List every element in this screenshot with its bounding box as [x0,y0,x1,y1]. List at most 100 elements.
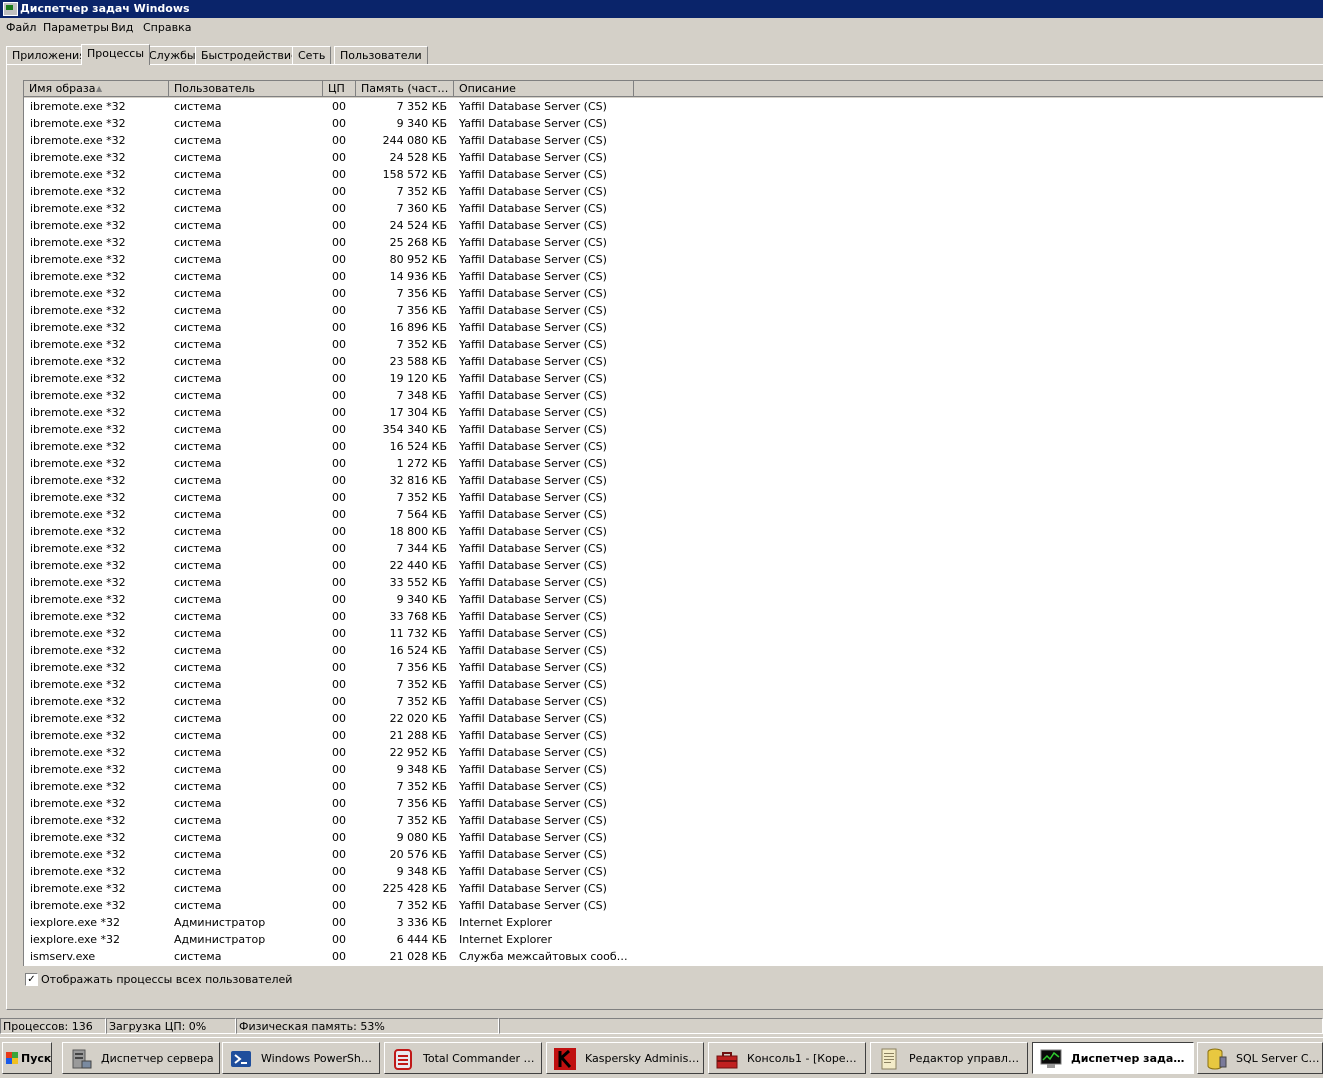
process-row[interactable]: ibremote.exe *32 система 00 7 348 КБ Yaffil … [24,388,1323,405]
process-row[interactable]: ibremote.exe *32 система 00 9 348 КБ Yaffil … [24,864,1323,881]
process-row[interactable]: ibremote.exe *32 система 00 32 816 КБ Yaffil… [24,473,1323,490]
process-name: ibremote.exe *32 [30,882,126,895]
process-name: iexplore.exe *32 [30,916,120,929]
process-row[interactable]: ibremote.exe *32 система 00 19 120 КБ Yaffil… [24,371,1323,388]
tab-users[interactable]: Пользователи [334,46,428,64]
process-row[interactable]: ibremote.exe *32 система 00 9 340 КБ Yaffil … [24,116,1323,133]
process-row[interactable]: ibremote.exe *32 система 00 21 288 КБ Yaffil… [24,728,1323,745]
process-memory: 7 352 КБ [396,100,447,113]
tab-applications[interactable]: Приложения [6,46,92,64]
process-row[interactable]: iexplore.exe *32 Администратор 00 6 444 КБ I… [24,932,1323,949]
show-all-users-checkbox[interactable]: ✓ [25,973,38,986]
process-description: Yaffil Database Server (CS) [459,185,607,198]
process-row[interactable]: ibremote.exe *32 система 00 7 352 КБ Yaffil … [24,694,1323,711]
process-row[interactable]: ibremote.exe *32 система 00 244 080 КБ Yaffi… [24,133,1323,150]
column-header-image-name[interactable]: Имя образа ▲ [24,81,169,97]
process-row[interactable]: ibremote.exe *32 система 00 24 528 КБ Yaffil… [24,150,1323,167]
process-row[interactable]: ibremote.exe *32 система 00 354 340 КБ Yaffi… [24,422,1323,439]
process-row[interactable]: ibremote.exe *32 система 00 7 352 КБ Yaffil … [24,813,1323,830]
process-row[interactable]: ibremote.exe *32 система 00 9 348 КБ Yaffil … [24,762,1323,779]
process-row[interactable]: ibremote.exe *32 система 00 33 552 КБ Yaffil… [24,575,1323,592]
process-user: система [174,746,222,759]
process-list[interactable]: Имя образа ▲ Пользователь ЦП Память (час… [23,80,1323,966]
tab-performance[interactable]: Быстродействие [195,46,304,64]
process-row[interactable]: ibremote.exe *32 система 00 7 352 КБ Yaffil … [24,898,1323,915]
start-button[interactable]: Пуск [2,1042,52,1074]
process-row[interactable]: iexplore.exe *32 Администратор 00 3 336 КБ I… [24,915,1323,932]
process-row[interactable]: ibremote.exe *32 система 00 22 952 КБ Yaffil… [24,745,1323,762]
process-row[interactable]: ibremote.exe *32 система 00 7 352 КБ Yaffil … [24,779,1323,796]
taskbar-item-total-commander[interactable]: Total Commander 7.5... [384,1042,542,1074]
process-row[interactable]: ibremote.exe *32 система 00 7 352 КБ Yaffil … [24,337,1323,354]
taskbar-item-policy-editor[interactable]: Редактор управлен... [870,1042,1028,1074]
process-row[interactable]: ibremote.exe *32 система 00 7 564 КБ Yaffil … [24,507,1323,524]
column-header-user[interactable]: Пользователь [169,81,323,97]
process-cpu: 00 [332,916,346,929]
process-row[interactable]: ibremote.exe *32 система 00 7 360 КБ Yaffil … [24,201,1323,218]
process-row[interactable]: ibremote.exe *32 система 00 18 800 КБ Yaffil… [24,524,1323,541]
process-row[interactable]: ibremote.exe *32 система 00 16 896 КБ Yaffil… [24,320,1323,337]
process-row[interactable]: ibremote.exe *32 система 00 80 952 КБ Yaffil… [24,252,1323,269]
process-row[interactable]: ibremote.exe *32 система 00 7 352 КБ Yaffil … [24,677,1323,694]
process-row[interactable]: ibremote.exe *32 система 00 9 080 КБ Yaffil … [24,830,1323,847]
process-description: Yaffil Database Server (CS) [459,848,607,861]
column-header-memory[interactable]: Память (частн... [356,81,454,97]
process-memory: 7 352 КБ [396,678,447,691]
process-cpu: 00 [332,338,346,351]
taskbar-item-powershell[interactable]: Windows PowerShell ... [222,1042,380,1074]
process-row[interactable]: ibremote.exe *32 система 00 17 304 КБ Yaffil… [24,405,1323,422]
status-bar: Процессов: 136 Загрузка ЦП: 0% Физическа… [0,1018,1323,1035]
process-row[interactable]: ibremote.exe *32 система 00 25 268 КБ Yaffil… [24,235,1323,252]
process-name: ibremote.exe *32 [30,899,126,912]
process-row[interactable]: ibremote.exe *32 система 00 22 020 КБ Yaffil… [24,711,1323,728]
process-row[interactable]: ismserv.exe система 00 21 028 КБ Служба межс… [24,949,1323,966]
process-name: ibremote.exe *32 [30,831,126,844]
taskbar-item-server-manager[interactable]: Диспетчер сервера [62,1042,220,1074]
process-row[interactable]: ibremote.exe *32 система 00 158 572 КБ Yaffi… [24,167,1323,184]
taskbar: Пуск Диспетчер сервера Windows PowerShel… [0,1037,1323,1078]
taskbar-item-kaspersky[interactable]: Kaspersky Administra... [546,1042,704,1074]
taskbar-item-console[interactable]: Консоль1 - [Корень ... [708,1042,866,1074]
taskbar-item-label: Total Commander 7.5... [423,1052,538,1065]
process-user: система [174,355,222,368]
process-row[interactable]: ibremote.exe *32 система 00 7 352 КБ Yaffil … [24,490,1323,507]
process-description: Yaffil Database Server (CS) [459,712,607,725]
process-row[interactable]: ibremote.exe *32 система 00 9 340 КБ Yaffil … [24,592,1323,609]
process-description: Yaffil Database Server (CS) [459,304,607,317]
process-name: ibremote.exe *32 [30,576,126,589]
process-description: Yaffil Database Server (CS) [459,899,607,912]
process-row[interactable]: ibremote.exe *32 система 00 7 356 КБ Yaffil … [24,286,1323,303]
process-row[interactable]: ibremote.exe *32 система 00 23 588 КБ Yaffil… [24,354,1323,371]
taskbar-item-task-manager[interactable]: Диспетчер задач ... [1032,1042,1194,1074]
process-row[interactable]: ibremote.exe *32 система 00 20 576 КБ Yaffil… [24,847,1323,864]
process-row[interactable]: ibremote.exe *32 система 00 16 524 КБ Yaffil… [24,643,1323,660]
process-row[interactable]: ibremote.exe *32 система 00 7 352 КБ Yaffil … [24,184,1323,201]
process-row[interactable]: ibremote.exe *32 система 00 225 428 КБ Yaffi… [24,881,1323,898]
process-row[interactable]: ibremote.exe *32 система 00 24 524 КБ Yaffil… [24,218,1323,235]
process-cpu: 00 [332,814,346,827]
menu-view[interactable]: Вид [110,21,134,34]
process-row[interactable]: ibremote.exe *32 система 00 7 344 КБ Yaffil … [24,541,1323,558]
process-row[interactable]: ibremote.exe *32 система 00 7 356 КБ Yaffil … [24,796,1323,813]
column-header-description[interactable]: Описание [454,81,634,97]
process-row[interactable]: ibremote.exe *32 система 00 22 440 КБ Yaffil… [24,558,1323,575]
menu-file[interactable]: Файл [5,21,37,34]
process-row[interactable]: ibremote.exe *32 система 00 33 768 КБ Yaffil… [24,609,1323,626]
process-row[interactable]: ibremote.exe *32 система 00 11 732 КБ Yaffil… [24,626,1323,643]
process-cpu: 00 [332,151,346,164]
process-row[interactable]: ibremote.exe *32 система 00 7 352 КБ Yaffil … [24,99,1323,116]
process-row[interactable]: ibremote.exe *32 система 00 7 356 КБ Yaffil … [24,303,1323,320]
process-row[interactable]: ibremote.exe *32 система 00 1 272 КБ Yaffil … [24,456,1323,473]
tab-services[interactable]: Службы [143,46,202,64]
process-row[interactable]: ibremote.exe *32 система 00 14 936 КБ Yaffil… [24,269,1323,286]
process-name: ibremote.exe *32 [30,508,126,521]
tab-network[interactable]: Сеть [292,46,332,64]
process-cpu: 00 [332,831,346,844]
taskbar-item-sql-server[interactable]: SQL Server Config [1197,1042,1323,1074]
menu-options[interactable]: Параметры [42,21,110,34]
tab-processes[interactable]: Процессы [81,44,151,65]
process-row[interactable]: ibremote.exe *32 система 00 7 356 КБ Yaffil … [24,660,1323,677]
process-row[interactable]: ibremote.exe *32 система 00 16 524 КБ Yaffil… [24,439,1323,456]
menu-help[interactable]: Справка [142,21,192,34]
column-header-cpu[interactable]: ЦП [323,81,356,97]
